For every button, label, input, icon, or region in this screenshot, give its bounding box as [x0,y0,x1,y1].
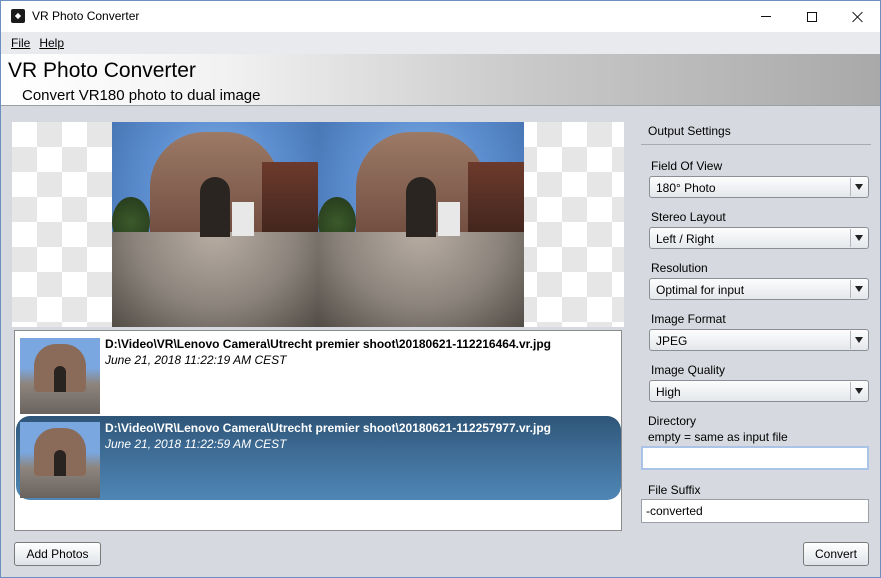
photo-list[interactable]: D:\Video\VR\Lenovo Camera\Utrecht premie… [14,330,622,531]
directory-field-wrap [641,446,869,470]
stereo-layout-select[interactable]: Left / Right [649,227,869,249]
preview-right-eye [318,122,524,327]
field-of-view-value: 180° Photo [656,181,716,195]
directory-input[interactable] [643,448,867,468]
window-title: VR Photo Converter [32,9,140,23]
chevron-down-icon [850,229,867,247]
chevron-down-icon [850,178,867,196]
photo-thumbnail [20,422,100,498]
stereo-layout-label: Stereo Layout [651,210,726,224]
image-quality-label: Image Quality [651,363,726,377]
file-path: D:\Video\VR\Lenovo Camera\Utrecht premie… [105,337,551,351]
menu-file[interactable]: File [1,36,35,50]
convert-button[interactable]: Convert [803,542,869,566]
image-format-label: Image Format [651,312,726,326]
preview-left-eye [112,122,318,327]
app-window: VR Photo Converter File Help VR Photo Co… [0,0,881,578]
title-bar: VR Photo Converter [1,1,880,32]
banner-subtitle: Convert VR180 photo to dual image [22,87,261,104]
menu-help[interactable]: Help [35,36,69,50]
resolution-value: Optimal for input [656,283,745,297]
file-suffix-label: File Suffix [648,483,701,497]
file-suffix-input[interactable] [642,500,868,522]
chevron-down-icon [850,382,867,400]
image-format-select[interactable]: JPEG [649,329,869,351]
field-of-view-select[interactable]: 180° Photo [649,176,869,198]
list-item-selected[interactable]: D:\Video\VR\Lenovo Camera\Utrecht premie… [16,416,621,500]
minimize-button[interactable] [743,1,789,32]
chevron-down-icon [850,331,867,349]
minimize-icon [761,16,771,17]
field-of-view-label: Field Of View [651,159,723,173]
resolution-label: Resolution [651,261,708,275]
file-path: D:\Video\VR\Lenovo Camera\Utrecht premie… [105,421,551,435]
list-item[interactable]: D:\Video\VR\Lenovo Camera\Utrecht premie… [16,332,621,416]
file-date: June 21, 2018 11:22:19 AM CEST [105,353,287,367]
file-suffix-field-wrap [641,499,869,523]
maximize-icon [807,11,817,22]
banner-title: VR Photo Converter [8,59,196,82]
menu-bar: File Help [1,32,880,54]
stereo-preview [12,122,624,327]
chevron-down-icon [850,280,867,298]
image-format-value: JPEG [656,334,688,348]
header-banner: VR Photo Converter Convert VR180 photo t… [1,54,880,106]
image-quality-select[interactable]: High [649,380,869,402]
directory-label: Directory [648,414,697,428]
image-quality-value: High [656,385,681,399]
close-button[interactable] [835,1,881,32]
resolution-select[interactable]: Optimal for input [649,278,869,300]
stereo-layout-value: Left / Right [656,232,715,246]
app-icon [11,9,25,23]
settings-title: Output Settings [648,124,731,138]
settings-divider [641,144,871,145]
photo-thumbnail [20,338,100,414]
add-photos-button[interactable]: Add Photos [14,542,101,566]
maximize-button[interactable] [789,1,835,32]
close-icon [852,11,864,23]
file-date: June 21, 2018 11:22:59 AM CEST [105,437,287,451]
directory-hint: empty = same as input file [648,430,788,444]
